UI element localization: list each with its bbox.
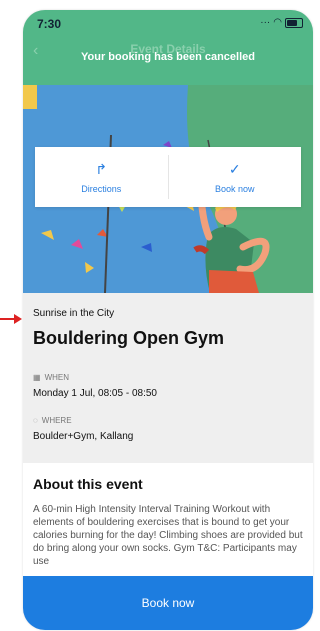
book-now-top-button[interactable]: ✓ Book now [169,147,302,207]
signal-icon: ··· [260,17,271,28]
wifi-icon: ◠ [273,17,282,28]
where-value: Boulder+Gym, Kallang [33,431,134,442]
status-time: 7:30 [37,17,62,31]
pointer-arrow-icon [0,314,22,324]
event-title: Bouldering Open Gym [33,328,225,348]
about-section: About this event A 60-min High Intensity… [23,463,313,593]
where-label-row: ◌ WHERE [33,416,72,425]
directions-label: Directions [81,183,122,194]
action-card: ↱ Directions ✓ Book now [35,147,301,207]
when-label-row: ▦ WHEN [33,373,69,382]
battery-icon [285,17,303,28]
phone-screen: 7:30 ··· ◠ ‹ Event Details Your booking … [23,10,313,630]
book-now-bottom-button[interactable]: Book now [23,576,313,630]
when-label: WHEN [44,373,70,382]
directions-icon: ↱ [95,160,108,177]
cancel-toast: Your booking has been cancelled [80,51,255,63]
location-pin-icon: ◌ [33,416,38,425]
calendar-icon: ▦ [33,373,41,382]
about-text: A 60-min High Intensity Interval Trainin… [33,504,303,567]
event-info: Sunrise in the City Bouldering Open Gym … [23,293,313,463]
event-subtitle: Sunrise in the City [33,308,115,319]
when-value: Monday 1 Jul, 08:05 - 08:50 [33,388,157,399]
header: 7:30 ··· ◠ ‹ Event Details Your booking … [23,10,313,85]
where-label: WHERE [41,416,72,425]
directions-button[interactable]: ↱ Directions [35,147,168,207]
book-now-top-label: Book now [214,183,255,194]
about-title: About this event [33,476,143,492]
hero-image: ↱ Directions ✓ Book now [23,85,313,293]
status-icons: ··· ◠ [260,17,303,28]
check-icon: ✓ [228,160,241,177]
